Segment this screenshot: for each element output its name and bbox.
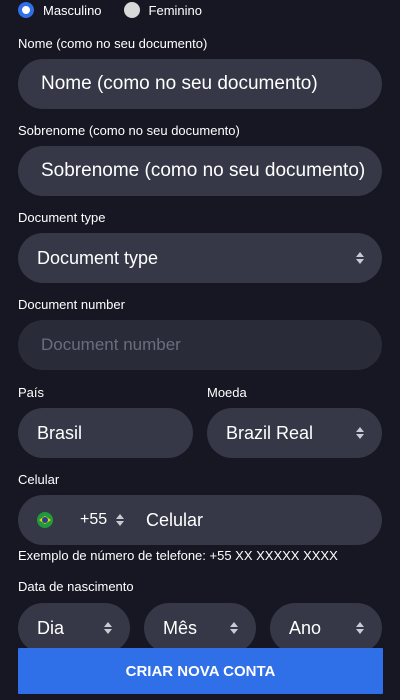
document-type-value: Document type [37,247,159,268]
phone-field: +55 Celular [18,495,382,545]
first-name-label: Nome (como no seu documento) [18,36,208,51]
country-value: Brasil [37,422,83,443]
brazil-flag-icon[interactable] [37,512,53,528]
document-type-label: Document type [18,210,106,225]
gender-option-label: Masculino [43,2,102,18]
gender-option-feminino[interactable]: Feminino [123,2,202,18]
select-arrows-icon [356,427,364,439]
last-name-label: Sobrenome (como no seu documento) [18,123,240,138]
first-name-placeholder: Nome (como no seu documento) [41,73,318,94]
gender-option-masculino[interactable]: Masculino [18,2,102,18]
gender-option-label: Feminino [148,2,202,18]
document-type-select[interactable]: Document type [18,233,382,283]
country-select[interactable]: Brasil [18,408,193,458]
last-name-placeholder: Sobrenome (como no seu documento) [41,160,366,181]
gender-radio-group: Masculino Feminino [18,0,224,20]
select-arrows-icon [356,252,364,264]
select-arrows-icon [230,622,238,634]
footer-strip [0,694,400,700]
radio-selected-icon[interactable] [18,2,34,18]
country-code-arrows-icon[interactable] [116,514,124,526]
currency-label: Moeda [207,385,247,400]
phone-input[interactable]: Celular [146,495,203,545]
document-number-input[interactable]: Document number [18,320,382,370]
phone-label: Celular [18,472,60,487]
select-arrows-icon [356,622,364,634]
select-arrows-icon [104,622,112,634]
radio-unselected-icon[interactable] [123,2,140,18]
birth-date-label: Data de nascimento [18,579,134,594]
first-name-input[interactable]: Nome (como no seu documento) [18,59,382,109]
birth-day-select[interactable]: Dia [18,603,130,653]
birth-year-value: Ano [289,617,322,638]
document-number-label: Document number [18,297,125,312]
country-label: País [18,385,45,400]
country-code-select[interactable]: +55 [80,495,107,545]
currency-value: Brazil Real [226,422,314,443]
birth-month-select[interactable]: Mês [144,603,256,653]
birth-month-value: Mês [163,617,198,638]
phone-hint: Exemplo de número de telefone: +55 XX XX… [18,548,338,563]
create-account-button[interactable]: CRIAR NOVA CONTA [18,648,383,694]
last-name-input[interactable]: Sobrenome (como no seu documento) [18,146,382,196]
birth-day-value: Dia [37,617,65,638]
document-number-placeholder: Document number [41,335,181,354]
birth-year-select[interactable]: Ano [270,603,382,653]
currency-select[interactable]: Brazil Real [207,408,382,458]
